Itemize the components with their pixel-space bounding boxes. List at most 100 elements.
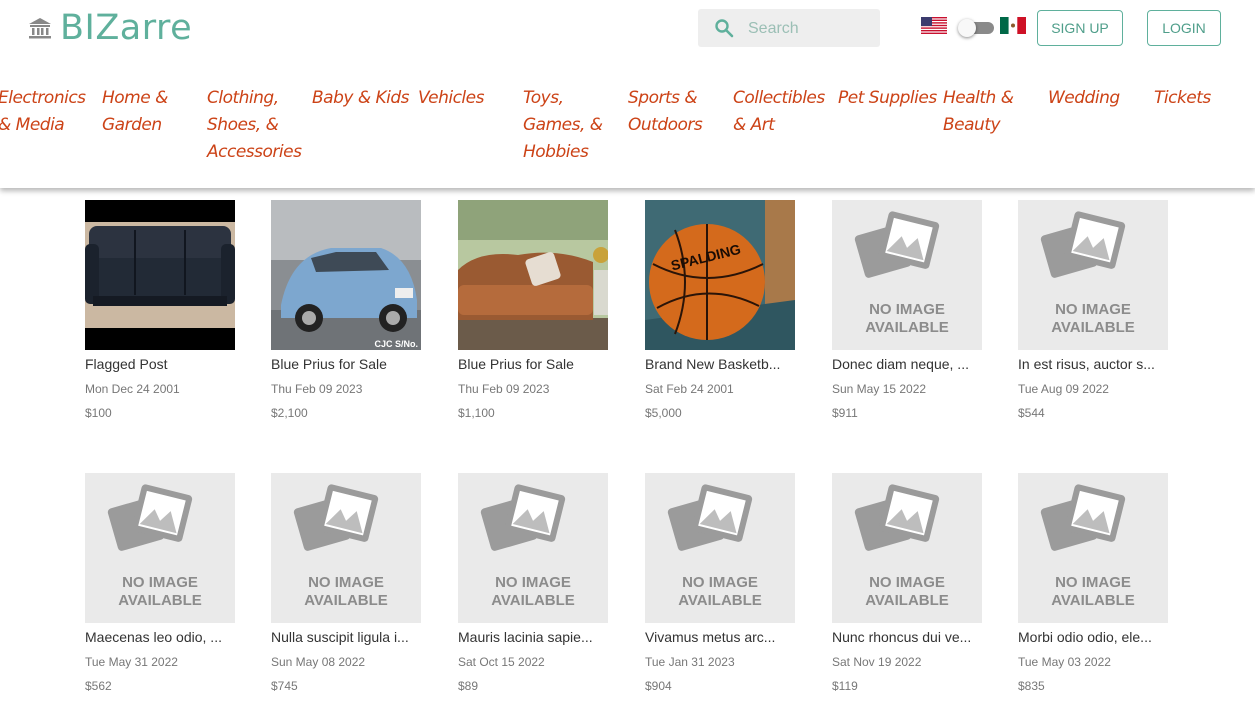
listing-date: Tue May 03 2022	[1018, 655, 1111, 669]
mexico-flag-icon[interactable]	[1000, 17, 1026, 34]
search-box[interactable]	[698, 9, 880, 47]
no-image-placeholder[interactable]: NO IMAGE AVAILABLE	[1018, 473, 1168, 623]
no-image-placeholder[interactable]: NO IMAGE AVAILABLE	[832, 200, 982, 350]
no-image-text: AVAILABLE	[865, 319, 949, 336]
listing-price: $5,000	[645, 406, 682, 420]
no-image-text: NO IMAGE	[1055, 574, 1131, 591]
category-link[interactable]: Vehicles	[418, 85, 484, 112]
listing-thumbnail[interactable]	[85, 200, 235, 350]
listing-date: Mon Dec 24 2001	[85, 382, 180, 396]
category-link[interactable]: Sports & Outdoors	[628, 85, 703, 139]
category-link[interactable]: Health & Beauty	[943, 85, 1014, 139]
language-toggle[interactable]	[958, 19, 996, 37]
listing-price: $904	[645, 679, 672, 693]
no-image-placeholder[interactable]: NO IMAGE AVAILABLE	[85, 473, 235, 623]
category-link[interactable]: Pet Supplies	[838, 85, 937, 112]
category-label-line: Home &	[102, 88, 168, 108]
no-image-text: AVAILABLE	[118, 592, 202, 609]
brand-logo[interactable]: BIZarre	[28, 8, 192, 48]
category-link[interactable]: Clothing, Shoes, & Accessories	[207, 85, 302, 166]
category-label-line: Garden	[102, 115, 162, 135]
category-link[interactable]: Collectibles & Art	[733, 85, 825, 139]
listing-date: Tue Jan 31 2023	[645, 655, 735, 669]
image-caption-text: CJC S/No.	[374, 339, 418, 349]
no-image-text: AVAILABLE	[491, 592, 575, 609]
listing-price: $89	[458, 679, 479, 693]
no-image-text: AVAILABLE	[678, 592, 762, 609]
no-image-placeholder[interactable]: NO IMAGE AVAILABLE	[271, 473, 421, 623]
listing-title[interactable]: Nunc rhoncus dui ve...	[832, 629, 982, 645]
listing-title[interactable]: Maecenas leo odio, ...	[85, 629, 235, 645]
no-image-text: NO IMAGE	[495, 574, 571, 591]
no-image-placeholder[interactable]: NO IMAGE AVAILABLE	[832, 473, 982, 623]
category-link[interactable]: Electronics & Media	[0, 85, 86, 139]
listing-title[interactable]: In est risus, auctor s...	[1018, 356, 1168, 372]
category-label-line: Baby & Kids	[312, 88, 410, 108]
search-icon	[715, 19, 734, 38]
listing-date: Sun May 08 2022	[271, 655, 366, 669]
login-button[interactable]: LOGIN	[1147, 10, 1221, 46]
category-label-line: Tickets	[1154, 88, 1211, 108]
listing-title[interactable]: Blue Prius for Sale	[458, 356, 608, 372]
no-image-text: AVAILABLE	[865, 592, 949, 609]
no-image-placeholder[interactable]: NO IMAGE AVAILABLE	[458, 473, 608, 623]
category-label-line: & Media	[0, 115, 65, 135]
no-image-text: AVAILABLE	[1051, 592, 1135, 609]
category-link[interactable]: Baby & Kids	[312, 85, 410, 112]
listing-title[interactable]: Nulla suscipit ligula i...	[271, 629, 421, 645]
listing-thumbnail[interactable]: SPALDING	[645, 200, 795, 350]
category-label-line: Electronics	[0, 88, 86, 108]
no-image-text: AVAILABLE	[1051, 319, 1135, 336]
category-link[interactable]: Home & Garden	[102, 85, 168, 139]
bank-building-icon	[29, 18, 51, 39]
listing-price: $2,100	[271, 406, 308, 420]
site-header: BIZarre SIGN UP LOGIN Electronics & Media…	[0, 0, 1255, 188]
category-label-line: Sports &	[628, 88, 698, 108]
category-label-line: Vehicles	[418, 88, 484, 108]
category-link[interactable]: Wedding	[1048, 85, 1120, 112]
listing-price: $119	[832, 679, 858, 693]
listing-price: $562	[85, 679, 112, 693]
category-label-line: Outdoors	[628, 115, 703, 135]
listing-title[interactable]: Morbi odio odio, ele...	[1018, 629, 1168, 645]
brand-name: BIZarre	[60, 8, 193, 48]
toggle-knob	[958, 19, 976, 37]
listing-title[interactable]: Brand New Basketb...	[645, 356, 795, 372]
listing-price: $911	[832, 406, 858, 420]
category-label-line: Games, &	[523, 115, 603, 135]
listing-price: $100	[85, 406, 112, 420]
no-image-text: NO IMAGE	[682, 574, 758, 591]
no-image-placeholder[interactable]: NO IMAGE AVAILABLE	[645, 473, 795, 623]
signup-button[interactable]: SIGN UP	[1037, 10, 1123, 46]
category-link[interactable]: Toys, Games, & Hobbies	[523, 85, 603, 166]
listing-title[interactable]: Flagged Post	[85, 356, 235, 372]
category-label-line: Collectibles	[733, 88, 825, 108]
listing-date: Sat Nov 19 2022	[832, 655, 922, 669]
listing-price: $544	[1018, 406, 1045, 420]
search-input[interactable]	[746, 15, 875, 43]
us-flag-icon[interactable]	[921, 17, 947, 34]
listing-title[interactable]: Donec diam neque, ...	[832, 356, 982, 372]
category-label-line: Shoes, &	[207, 115, 279, 135]
listing-date: Thu Feb 09 2023	[458, 382, 550, 396]
listing-date: Thu Feb 09 2023	[271, 382, 363, 396]
listing-thumbnail[interactable]: CJC S/No.	[271, 200, 421, 350]
no-image-placeholder[interactable]: NO IMAGE AVAILABLE	[1018, 200, 1168, 350]
category-label-line: Accessories	[207, 142, 302, 162]
listing-price: $1,100	[458, 406, 495, 420]
listing-price: $745	[271, 679, 298, 693]
listing-date: Tue May 31 2022	[85, 655, 178, 669]
listing-title[interactable]: Blue Prius for Sale	[271, 356, 421, 372]
category-label-line: & Art	[733, 115, 775, 135]
category-label-line: Beauty	[943, 115, 1001, 135]
category-label-line: Health &	[943, 88, 1014, 108]
no-image-text: AVAILABLE	[304, 592, 388, 609]
no-image-text: NO IMAGE	[869, 574, 945, 591]
listing-title[interactable]: Vivamus metus arc...	[645, 629, 795, 645]
no-image-text: NO IMAGE	[122, 574, 198, 591]
listing-thumbnail[interactable]	[458, 200, 608, 350]
category-link[interactable]: Tickets	[1154, 85, 1211, 112]
category-label-line: Clothing,	[207, 88, 279, 108]
listing-price: $835	[1018, 679, 1045, 693]
listing-title[interactable]: Mauris lacinia sapie...	[458, 629, 608, 645]
